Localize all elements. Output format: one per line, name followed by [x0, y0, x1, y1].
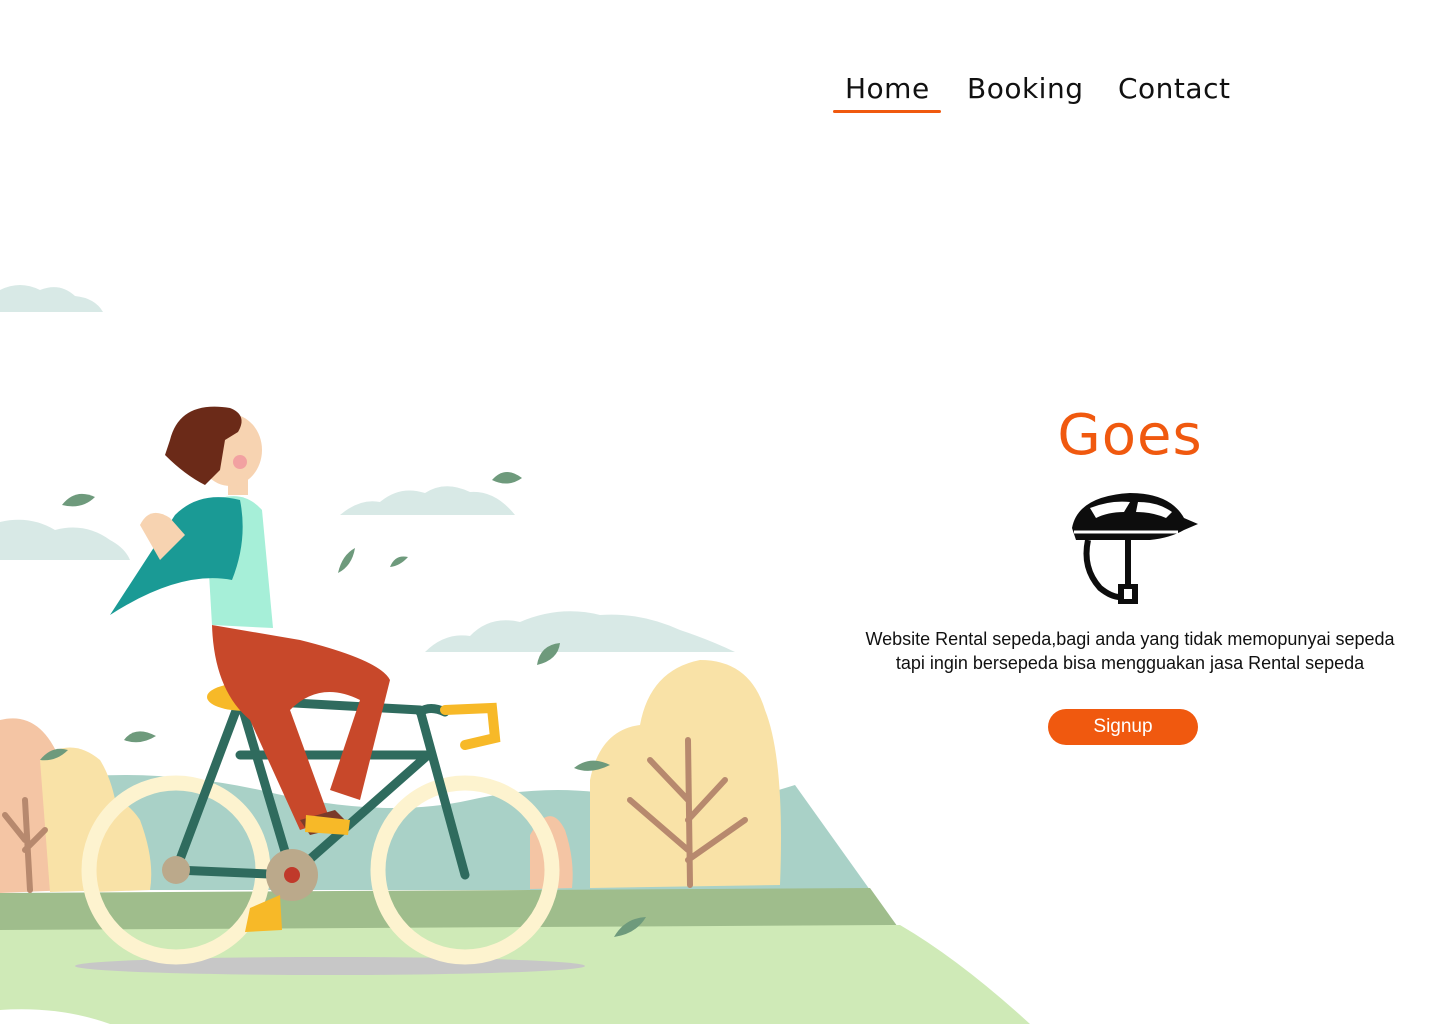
nav-booking-link[interactable]: Booking	[967, 72, 1083, 105]
nav-contact-link[interactable]: Contact	[1118, 72, 1230, 105]
hero-section: Goes Website Rental sepeda,bagi anda yan…	[840, 400, 1420, 745]
bike-helmet-icon	[1072, 493, 1198, 604]
cloud-shapes	[0, 285, 735, 652]
active-nav-indicator	[833, 110, 941, 113]
hero-description: Website Rental sepeda,bagi anda yang tid…	[865, 629, 1395, 673]
signup-button[interactable]: Signup	[1048, 709, 1198, 745]
nav-home-link[interactable]: Home	[845, 72, 930, 105]
top-navigation: Home Booking Contact	[0, 70, 1440, 120]
brand-title: Goes	[1057, 403, 1203, 468]
